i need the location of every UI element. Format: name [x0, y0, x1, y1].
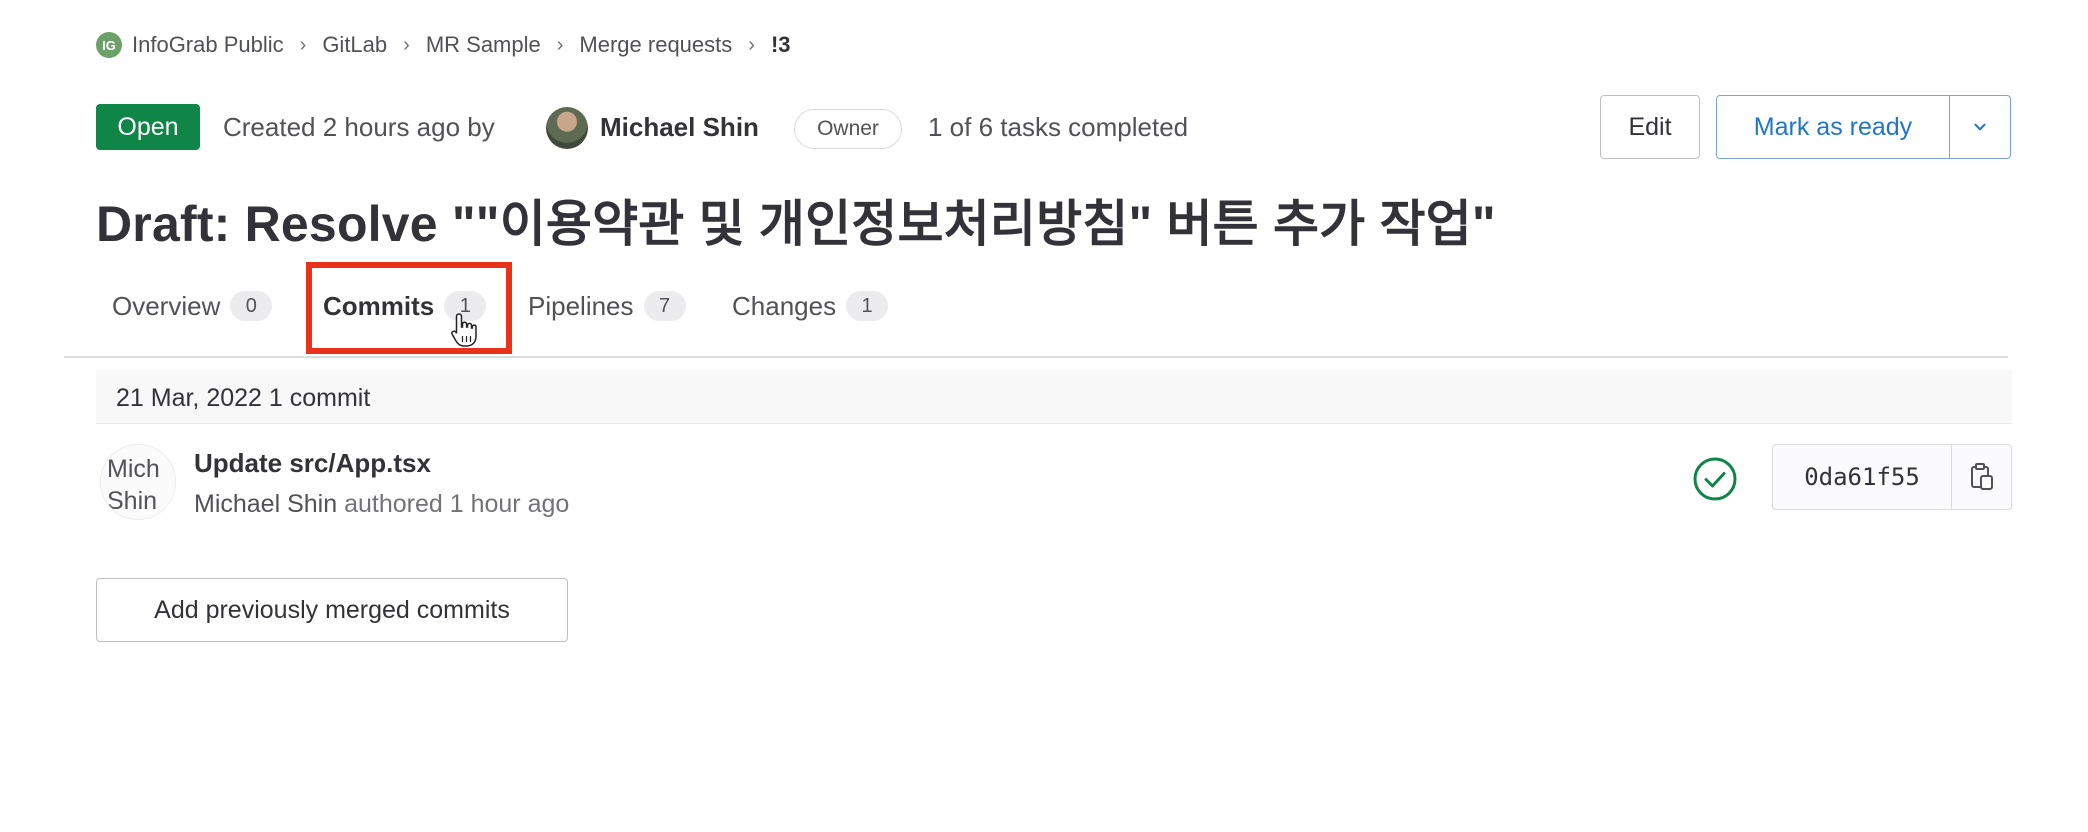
- breadcrumb-item-merge-requests[interactable]: Merge requests: [579, 32, 732, 58]
- commit-sha-button[interactable]: 0da61f55: [1773, 445, 1952, 509]
- breadcrumb-separator-icon: ›: [403, 33, 410, 56]
- author-name-link[interactable]: Michael Shin: [600, 112, 759, 143]
- status-badge: Open: [96, 104, 200, 150]
- breadcrumb-item-project[interactable]: MR Sample: [426, 32, 541, 58]
- tab-label: Changes: [732, 290, 837, 321]
- commit-date-label: 21 Mar, 2022 1 commit: [116, 384, 371, 412]
- pipeline-passed-icon[interactable]: [1692, 456, 1738, 502]
- role-badge: Owner: [794, 109, 902, 149]
- breadcrumb-item-current[interactable]: !3: [771, 32, 791, 58]
- created-text: Created 2 hours ago by: [223, 112, 495, 142]
- tabs-divider: [64, 356, 2008, 358]
- tab-pipelines[interactable]: Pipelines 7: [528, 284, 686, 328]
- breadcrumb: IG InfoGrab Public › GitLab › MR Sample …: [96, 30, 791, 60]
- tab-label: Overview: [112, 290, 221, 321]
- tasks-status: 1 of 6 tasks completed: [928, 112, 1189, 142]
- tab-changes[interactable]: Changes 1: [732, 284, 889, 328]
- tab-count-badge: 1: [846, 291, 889, 321]
- commit-sha-group: 0da61f55: [1772, 444, 2012, 510]
- commit-date-header: [96, 370, 2012, 424]
- author-avatar[interactable]: [546, 107, 588, 149]
- breadcrumb-item-group[interactable]: InfoGrab Public: [132, 32, 284, 58]
- copy-sha-button[interactable]: [1952, 445, 2011, 509]
- group-logo-icon: IG: [96, 32, 122, 58]
- tab-count-badge: 7: [643, 291, 686, 321]
- page-title: Draft: Resolve ""이용약관 및 개인정보처리방침" 버튼 추가 …: [96, 196, 1496, 252]
- breadcrumb-separator-icon: ›: [556, 33, 564, 56]
- breadcrumb-separator-icon: ›: [748, 33, 755, 56]
- commit-meta: authored 1 hour ago: [344, 490, 570, 518]
- avatar-text-line: Mich: [107, 455, 160, 483]
- tab-count-badge: 0: [230, 291, 273, 321]
- chevron-down-icon: [1974, 123, 1986, 131]
- commit-author-line: Michael Shin authored 1 hour ago: [194, 490, 569, 519]
- breadcrumb-separator-icon: ›: [299, 33, 307, 56]
- copy-clipboard-icon: [1970, 463, 1993, 490]
- tab-overview[interactable]: Overview 0: [112, 284, 273, 328]
- commit-author-avatar[interactable]: Mich Shin: [100, 444, 176, 520]
- avatar-text-line: Shin: [107, 487, 158, 515]
- commit-author-link[interactable]: Michael Shin: [194, 490, 337, 518]
- commit-title-link[interactable]: Update src/App.tsx: [194, 448, 431, 479]
- hand-pointer-cursor-icon: [451, 313, 477, 347]
- tab-label: Pipelines: [528, 290, 634, 321]
- add-previously-merged-commits-button[interactable]: Add previously merged commits: [96, 578, 568, 642]
- edit-button[interactable]: Edit: [1600, 95, 1700, 159]
- annotation-highlight-box: [306, 262, 512, 354]
- mark-as-ready-button[interactable]: Mark as ready: [1716, 95, 1950, 159]
- mark-as-ready-dropdown-toggle[interactable]: [1949, 95, 2011, 159]
- breadcrumb-item-subgroup[interactable]: GitLab: [322, 32, 387, 58]
